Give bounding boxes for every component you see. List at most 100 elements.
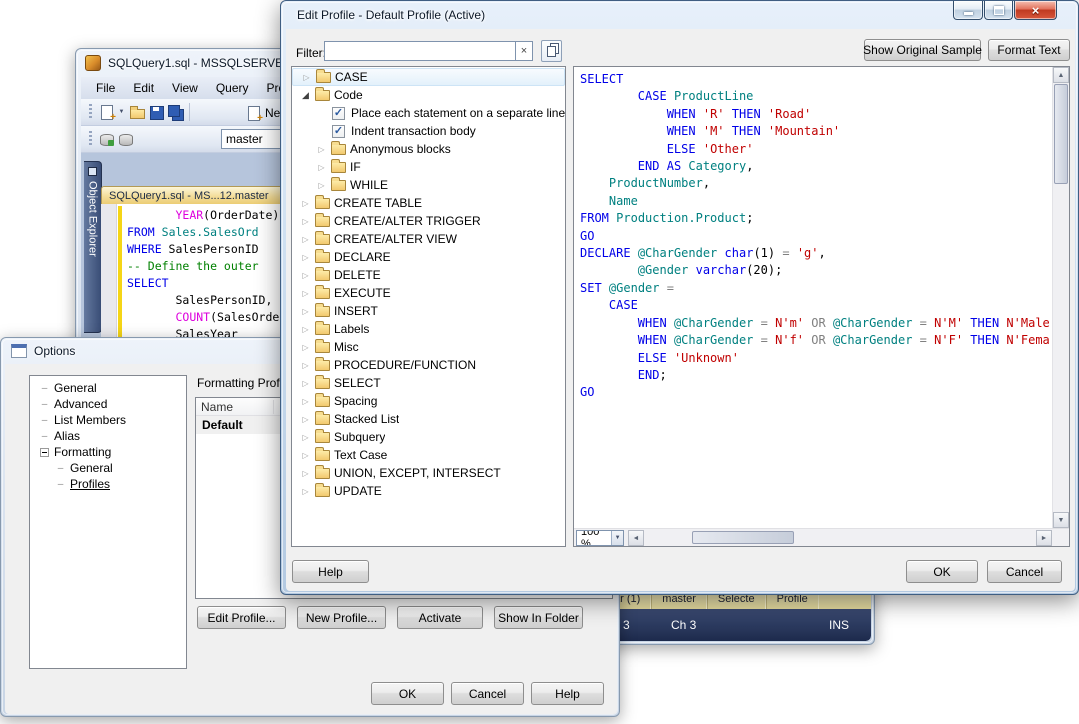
cancel-button[interactable]: Cancel — [451, 682, 524, 705]
toolbar-grip[interactable] — [89, 104, 92, 120]
tree-item-labels[interactable]: ▷Labels — [292, 320, 565, 338]
chevron-collapsed-icon[interactable]: ▷ — [300, 451, 311, 460]
menu-item-edit[interactable]: Edit — [124, 77, 163, 99]
menu-item-view[interactable]: View — [163, 77, 207, 99]
chevron-collapsed-icon[interactable]: ▷ — [300, 325, 311, 334]
filter-input[interactable] — [324, 41, 516, 61]
chevron-down-icon[interactable]: ▼ — [611, 531, 623, 545]
chevron-collapsed-icon[interactable]: ▷ — [300, 253, 311, 262]
chevron-collapsed-icon[interactable]: ▷ — [300, 199, 311, 208]
chevron-collapsed-icon[interactable]: ▷ — [316, 163, 327, 172]
chevron-collapsed-icon[interactable]: ▷ — [300, 289, 311, 298]
cancel-button[interactable]: Cancel — [987, 560, 1062, 583]
tree-item-while[interactable]: ▷WHILE — [292, 176, 565, 194]
chevron-collapsed-icon[interactable]: ▷ — [300, 397, 311, 406]
preview-vscrollbar[interactable]: ▲ ▼ — [1052, 67, 1069, 528]
save-icon[interactable] — [148, 104, 164, 120]
connect-database-icon[interactable] — [98, 131, 114, 147]
scroll-left-button[interactable]: ◄ — [628, 530, 644, 546]
options-tree-item-profiles[interactable]: –Profiles — [30, 476, 186, 492]
chevron-collapsed-icon[interactable]: ▷ — [300, 487, 311, 496]
checkbox-checked-icon[interactable]: ✓ — [332, 125, 345, 138]
chevron-collapsed-icon[interactable]: ▷ — [300, 235, 311, 244]
activate-button[interactable]: Activate — [397, 606, 483, 629]
menu-item-file[interactable]: File — [87, 77, 124, 99]
ok-button[interactable]: OK — [371, 682, 444, 705]
chevron-collapsed-icon[interactable]: ▷ — [316, 145, 327, 154]
checkbox-checked-icon[interactable]: ✓ — [332, 107, 345, 120]
close-button[interactable]: × — [1014, 1, 1057, 20]
chevron-expanded-icon[interactable]: ◢ — [300, 90, 311, 101]
show-in-folder-button[interactable]: Show In Folder — [494, 606, 583, 629]
copy-profile-button[interactable] — [541, 40, 562, 62]
chevron-collapsed-icon[interactable]: ▷ — [300, 469, 311, 478]
document-tab[interactable]: SQLQuery1.sql - MS...12.master — [101, 186, 283, 204]
chevron-collapsed-icon[interactable]: ▷ — [300, 271, 311, 280]
tree-item-update[interactable]: ▷UPDATE — [292, 482, 565, 500]
tree-item-procedure-function[interactable]: ▷PROCEDURE/FUNCTION — [292, 356, 565, 374]
tree-item-execute[interactable]: ▷EXECUTE — [292, 284, 565, 302]
chevron-collapsed-icon[interactable]: ▷ — [300, 433, 311, 442]
options-tree-item-general[interactable]: –General — [30, 380, 186, 396]
toolbar-grip[interactable] — [89, 131, 92, 147]
options-tree-item-alias[interactable]: –Alias — [30, 428, 186, 444]
new-query-icon[interactable] — [98, 104, 114, 120]
tree-item-place-each-statement-on-a-separate-line[interactable]: ✓Place each statement on a separate line — [292, 104, 565, 122]
change-connection-icon[interactable] — [117, 131, 133, 147]
tree-collapse-icon[interactable] — [40, 448, 49, 457]
scroll-right-button[interactable]: ► — [1036, 530, 1052, 546]
tree-item-indent-transaction-body[interactable]: ✓Indent transaction body — [292, 122, 565, 140]
chevron-collapsed-icon[interactable]: ▷ — [300, 343, 311, 352]
chevron-collapsed-icon[interactable]: ▷ — [316, 181, 327, 190]
chevron-collapsed-icon[interactable]: ▷ — [301, 73, 312, 82]
format-text-button[interactable]: Format Text — [988, 39, 1070, 61]
tree-item-declare[interactable]: ▷DECLARE — [292, 248, 565, 266]
vscroll-thumb[interactable] — [1054, 84, 1068, 184]
show-original-sample-button[interactable]: Show Original Sample — [864, 39, 981, 61]
tree-item-code[interactable]: ◢Code — [292, 86, 565, 104]
chevron-collapsed-icon[interactable]: ▷ — [300, 307, 311, 316]
menu-item-query[interactable]: Query — [207, 77, 258, 99]
chevron-collapsed-icon[interactable]: ▷ — [300, 415, 311, 424]
object-explorer-tab[interactable]: Object Explorer — [84, 161, 102, 333]
new-profile-button[interactable]: New Profile... — [297, 606, 386, 629]
help-button[interactable]: Help — [292, 560, 369, 583]
options-tree-item-list-members[interactable]: –List Members — [30, 412, 186, 428]
tree-item-delete[interactable]: ▷DELETE — [292, 266, 565, 284]
chevron-collapsed-icon[interactable]: ▷ — [300, 217, 311, 226]
tree-item-create-table[interactable]: ▷CREATE TABLE — [292, 194, 565, 212]
tree-item-stacked-list[interactable]: ▷Stacked List — [292, 410, 565, 428]
scroll-down-button[interactable]: ▼ — [1053, 512, 1069, 528]
sql-preview-panel[interactable]: SELECT CASE ProductLine WHEN 'R' THEN 'R… — [573, 66, 1070, 547]
tree-item-union-except-intersect[interactable]: ▷UNION, EXCEPT, INTERSECT — [292, 464, 565, 482]
tree-item-text-case[interactable]: ▷Text Case — [292, 446, 565, 464]
chevron-down-icon[interactable]: ▼ — [117, 104, 126, 120]
tree-item-select[interactable]: ▷SELECT — [292, 374, 565, 392]
options-tree-item-general[interactable]: –General — [30, 460, 186, 476]
save-all-icon[interactable] — [167, 104, 183, 120]
filter-clear-button[interactable]: × — [515, 41, 533, 61]
open-file-icon[interactable] — [129, 104, 145, 120]
tree-item-create-alter-view[interactable]: ▷CREATE/ALTER VIEW — [292, 230, 565, 248]
tree-item-case[interactable]: ▷CASE — [292, 68, 565, 86]
edit-profile-button[interactable]: Edit Profile... — [197, 606, 286, 629]
tree-item-misc[interactable]: ▷Misc — [292, 338, 565, 356]
tree-item-insert[interactable]: ▷INSERT — [292, 302, 565, 320]
help-button[interactable]: Help — [531, 682, 604, 705]
tree-item-anonymous-blocks[interactable]: ▷Anonymous blocks — [292, 140, 565, 158]
tree-item-spacing[interactable]: ▷Spacing — [292, 392, 565, 410]
ok-button[interactable]: OK — [906, 560, 978, 583]
maximize-button[interactable] — [984, 1, 1013, 20]
chevron-collapsed-icon[interactable]: ▷ — [300, 361, 311, 370]
minimize-button[interactable] — [953, 1, 983, 20]
tree-item-if[interactable]: ▷IF — [292, 158, 565, 176]
column-header-name[interactable]: Name — [196, 400, 274, 414]
zoom-combobox[interactable]: 100 % ▼ — [576, 530, 624, 546]
scroll-up-button[interactable]: ▲ — [1053, 67, 1069, 83]
tree-item-subquery[interactable]: ▷Subquery — [292, 428, 565, 446]
tree-item-create-alter-trigger[interactable]: ▷CREATE/ALTER TRIGGER — [292, 212, 565, 230]
options-tree-item-advanced[interactable]: –Advanced — [30, 396, 186, 412]
options-tree-item-formatting[interactable]: Formatting — [30, 444, 186, 460]
hscroll-thumb[interactable] — [692, 531, 794, 544]
chevron-collapsed-icon[interactable]: ▷ — [300, 379, 311, 388]
